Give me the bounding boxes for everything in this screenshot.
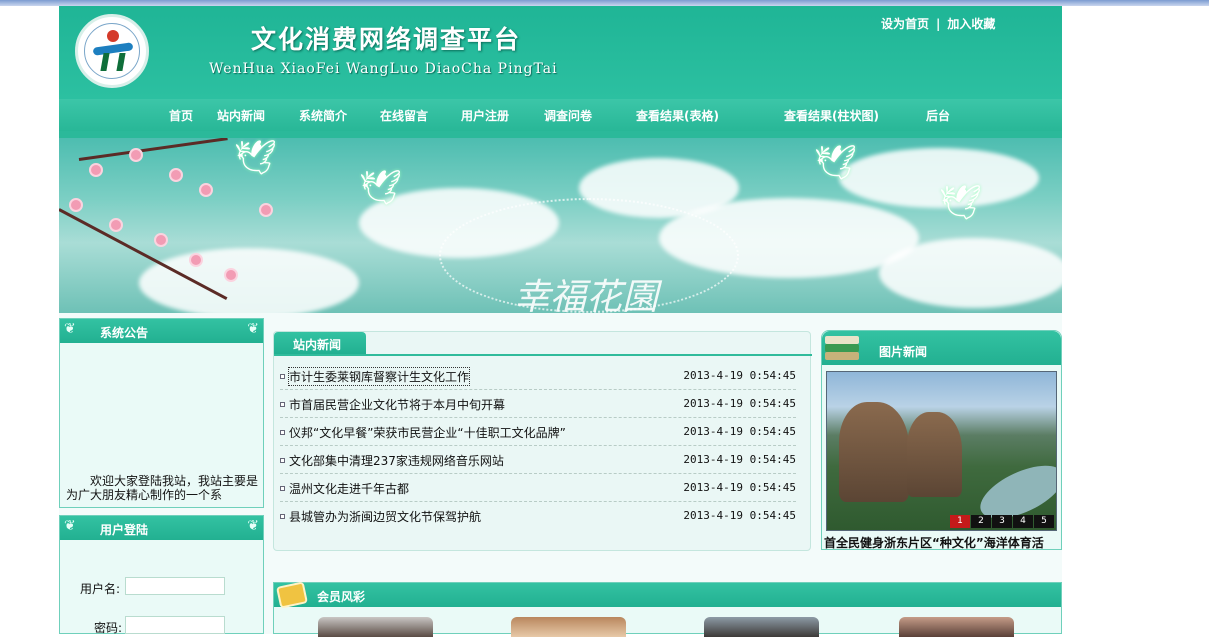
pager-button-5[interactable]: 5: [1034, 515, 1054, 528]
logo-figure-legs: [100, 53, 126, 71]
news-item-title[interactable]: 市首届民营企业文化节将于本月中旬开幕: [289, 396, 505, 413]
photo-pager: 12345: [949, 508, 1054, 528]
bullet-icon: [280, 402, 285, 407]
nav-item-system-intro[interactable]: 系统简介: [299, 107, 347, 124]
nav-item-user-register[interactable]: 用户注册: [461, 107, 509, 124]
news-item: 县城管办为浙闽边贸文化节保驾护航 2013-4-19 0:54:45: [280, 502, 796, 530]
banner-overlay-text: 幸福花園: [514, 277, 659, 313]
ornament-icon: ❦: [247, 518, 259, 534]
password-input[interactable]: [125, 616, 225, 634]
picture-news-photo[interactable]: 12345: [826, 371, 1057, 531]
system-notice-header: ❦ 系统公告 ❦: [60, 319, 263, 343]
news-item: 仪邦“文化早餐”荣获市民营企业“十佳职工文化品牌” 2013-4-19 0:54:…: [280, 418, 796, 446]
nav-item-site-news[interactable]: 站内新闻: [217, 107, 265, 124]
system-notice-text: 欢迎大家登陆我站，我站主要是为广大朋友精心制作的一个系: [66, 474, 259, 502]
news-item: 市计生委莱钢库督察计生文化工作 2013-4-19 0:54:45: [280, 362, 796, 390]
site-title: 文化消费网络调查平台: [251, 25, 522, 54]
main-nav: 首页 站内新闻 系统简介 在线留言 用户注册 调查问卷 查看结果(表格) 查看结…: [59, 99, 1062, 131]
picture-news-caption[interactable]: 首全民健身浙东片区“种文化”海洋体育活: [824, 534, 1060, 551]
news-item: 温州文化走进千年古都 2013-4-19 0:54:45: [280, 474, 796, 502]
news-item-date: 2013-4-19 0:54:45: [683, 453, 796, 466]
pager-button-3[interactable]: 3: [992, 515, 1012, 528]
tab-site-news[interactable]: 站内新闻: [274, 332, 366, 354]
member-thumbnail[interactable]: [704, 617, 819, 637]
news-tab-underline: [274, 354, 812, 356]
system-notice-title: 系统公告: [100, 326, 149, 340]
password-row: 密码:: [94, 616, 225, 636]
banner-image: 🕊 🕊 🕊 🕊 幸福花園: [59, 138, 1062, 313]
add-favorite-link[interactable]: 加入收藏: [947, 17, 995, 31]
bullet-icon: [280, 430, 285, 435]
system-notice-panel: ❦ 系统公告 ❦ 欢迎大家登陆我站，我站主要是为广大朋友精心制作的一个系: [59, 318, 264, 508]
member-showcase-header: 会员风彩: [274, 581, 1061, 609]
member-thumbnail[interactable]: [899, 617, 1014, 637]
nav-item-admin[interactable]: 后台: [926, 107, 950, 124]
user-login-title: 用户登陆: [100, 523, 149, 537]
username-row: 用户名:: [80, 577, 225, 597]
news-item: 市首届民营企业文化节将于本月中旬开幕 2013-4-19 0:54:45: [280, 390, 796, 418]
bullet-icon: [280, 374, 285, 379]
username-label: 用户名:: [80, 582, 121, 596]
picture-news-header: 图片新闻: [822, 331, 1061, 365]
pager-button-2[interactable]: 2: [971, 515, 991, 528]
tab-site-news-label: 站内新闻: [293, 338, 342, 352]
bullet-icon: [280, 458, 285, 463]
bullet-icon: [280, 514, 285, 519]
user-login-panel: ❦ 用户登陆 ❦ 用户名: 密码:: [59, 515, 264, 636]
books-icon: [825, 334, 861, 364]
nav-item-home[interactable]: 首页: [169, 107, 193, 124]
news-item: 文化部集中清理237家违规网络音乐网站 2013-4-19 0:54:45: [280, 446, 796, 474]
ornament-icon: ❦: [247, 321, 259, 337]
username-input[interactable]: [125, 577, 225, 595]
news-item-date: 2013-4-19 0:54:45: [683, 425, 796, 438]
ornament-icon: ❦: [64, 518, 76, 534]
picture-news-title: 图片新闻: [879, 345, 928, 359]
site-header: 文化消费网络调查平台 WenHua XiaoFei WangLuo DiaoCh…: [59, 6, 1062, 99]
site-subtitle: WenHua XiaoFei WangLuo DiaoCha PingTai: [209, 61, 558, 77]
logo-figure-head: [107, 30, 119, 42]
member-showcase-title: 会员风彩: [317, 590, 366, 604]
picture-news-panel: 图片新闻 12345 首全民健身浙东片区“种文化”海洋体育活: [821, 330, 1062, 550]
header-links: 设为首页 | 加入收藏: [881, 15, 995, 32]
nav-item-survey[interactable]: 调查问卷: [544, 107, 592, 124]
envelope-icon: [276, 581, 308, 609]
nav-item-results-table[interactable]: 查看结果(表格): [636, 107, 719, 124]
member-showcase-panel: 会员风彩: [273, 581, 1062, 637]
nav-item-results-bar-chart[interactable]: 查看结果(柱状图): [784, 107, 879, 124]
news-item-date: 2013-4-19 0:54:45: [683, 481, 796, 494]
pager-button-1[interactable]: 1: [950, 515, 970, 528]
member-thumbnail[interactable]: [511, 617, 626, 637]
news-item-date: 2013-4-19 0:54:45: [683, 369, 796, 382]
news-item-date: 2013-4-19 0:54:45: [683, 397, 796, 410]
password-label: 密码:: [94, 621, 123, 635]
news-item-date: 2013-4-19 0:54:45: [683, 509, 796, 522]
news-item-title[interactable]: 仪邦“文化早餐”荣获市民营企业“十佳职工文化品牌”: [289, 424, 566, 441]
news-item-title[interactable]: 县城管办为浙闽边贸文化节保驾护航: [289, 508, 481, 525]
dove-icon: 🕊: [939, 183, 983, 223]
ornament-icon: ❦: [64, 321, 76, 337]
dove-icon: 🕊: [814, 143, 858, 183]
news-item-title[interactable]: 温州文化走进千年古都: [289, 480, 409, 497]
user-login-header: ❦ 用户登陆 ❦: [60, 516, 263, 540]
header-link-separator: |: [936, 17, 941, 31]
member-thumbnail[interactable]: [318, 617, 433, 637]
news-item-title[interactable]: 市计生委莱钢库督察计生文化工作: [287, 367, 471, 386]
site-logo[interactable]: [75, 14, 149, 88]
pager-button-4[interactable]: 4: [1013, 515, 1033, 528]
dove-icon: 🕊: [234, 138, 278, 178]
site-news-panel: 站内新闻 市计生委莱钢库督察计生文化工作 2013-4-19 0:54:45 市首…: [273, 331, 812, 551]
dove-icon: 🕊: [359, 168, 403, 208]
nav-item-online-message[interactable]: 在线留言: [380, 107, 428, 124]
bullet-icon: [280, 486, 285, 491]
news-item-title[interactable]: 文化部集中清理237家违规网络音乐网站: [289, 452, 504, 469]
nav-lower-band: [59, 131, 1062, 138]
set-homepage-link[interactable]: 设为首页: [881, 17, 929, 31]
page-container: 文化消费网络调查平台 WenHua XiaoFei WangLuo DiaoCh…: [59, 6, 1062, 637]
